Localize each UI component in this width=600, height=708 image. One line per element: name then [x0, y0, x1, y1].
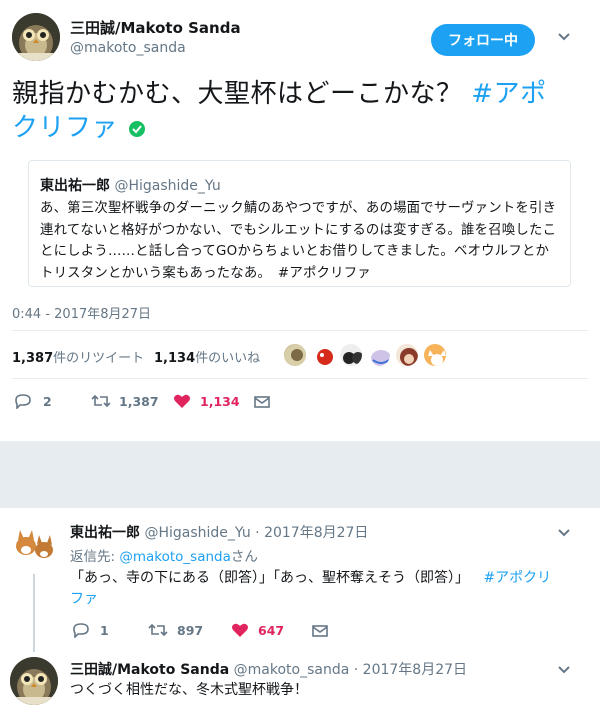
reply-handle[interactable]: @makoto_sanda [234, 662, 350, 678]
owl-avatar-icon [12, 13, 60, 61]
quoted-text-line: あ、第三次聖杯戦争のダーニック鯖のあやつですが、あの場面でサーヴァントを引き [40, 201, 557, 216]
display-name[interactable]: 三田誠/Makoto Sanda [70, 17, 241, 38]
reply-text-body: 「あっ、寺の下にある（即答）」「あっ、聖杯奪えそう（即答）」 [70, 570, 469, 586]
liker-avatar[interactable] [422, 342, 448, 368]
reply-to-suffix: さん [230, 549, 258, 565]
reply-display-name[interactable]: 三田誠/Makoto Sanda [70, 662, 229, 678]
liker-avatar[interactable] [282, 342, 308, 368]
reply-text: つくづく相性だな、冬木式聖杯戦争！ [70, 682, 308, 698]
like-stats[interactable]: 1,134件のいいね [154, 347, 260, 366]
message-action[interactable] [254, 394, 270, 413]
reply-icon [73, 623, 89, 638]
hashtag-link-continued[interactable]: ファ [70, 591, 98, 607]
quoted-text-line: とにしよう……と話し合ってGOからちょいとお借りしてきました。ベオウルフとか [40, 244, 550, 259]
quoted-text-line: トリスタンとかいう案もあったなあ。 #アポクリファ [40, 265, 371, 281]
like-action[interactable]: 1,134 [173, 393, 240, 409]
tweet-text: 親指かむかむ、大聖杯はどーこかな？ #アポ クリファ [12, 77, 592, 145]
owl-avatar-icon [10, 657, 58, 705]
reply-display-name[interactable]: 東出祐一郎 [70, 525, 140, 541]
heart-icon [174, 394, 190, 408]
retweet-stats[interactable]: 1,387件のリツイート [12, 347, 144, 366]
liker-avatar[interactable] [310, 342, 336, 368]
like-action[interactable]: 647 [231, 622, 284, 638]
reply-icon [15, 394, 31, 409]
message-action[interactable] [312, 623, 328, 642]
tweet-text-body: 親指かむかむ、大聖杯はどーこかな？ [12, 79, 463, 109]
chevron-down-icon[interactable] [557, 30, 571, 46]
reply-count: 2 [43, 393, 52, 409]
quoted-handle: @Higashide_Yu [114, 178, 221, 194]
reply-date[interactable]: · 2017年8月27日 [255, 525, 368, 541]
reply-action[interactable]: 2 [14, 393, 52, 409]
reply-to-line: 返信先: @makoto_sandaさん [70, 545, 258, 565]
like-action-count: 1,134 [200, 393, 240, 409]
quoted-text-line: 連れてないと格好がつかない、でもシルエットにするのは変すぎる。誰を召喚したこ [40, 222, 557, 238]
verified-check-icon [128, 120, 145, 137]
quoted-tweet[interactable]: 東出祐一郎 @Higashide_Yu あ、第三次聖杯戦争のダーニック鯖のあやつ… [28, 160, 571, 287]
chevron-down-icon[interactable] [557, 526, 571, 542]
liker-avatar[interactable] [338, 342, 364, 368]
reply-text: 「あっ、寺の下にある（即答）」「あっ、聖杯奪えそう（即答）」 #アポクリ ファ [70, 568, 590, 610]
quoted-display-name: 東出祐一郎 [40, 178, 110, 194]
quoted-text: あ、第三次聖杯戦争のダーニック鯖のあやつですが、あの場面でサーヴァントを引き 連… [40, 198, 565, 284]
tweet-timestamp[interactable]: 0:44 - 2017年8月27日 [12, 303, 151, 322]
like-action-count: 647 [258, 622, 285, 638]
envelope-icon [312, 625, 328, 637]
avatar[interactable] [10, 520, 58, 568]
hashtag-link[interactable]: #アポクリ [483, 570, 551, 586]
retweet-action[interactable]: 897 [148, 622, 203, 638]
retweet-icon [91, 394, 111, 408]
chevron-down-icon[interactable] [557, 663, 571, 679]
like-count: 1,134 [154, 351, 196, 366]
reply-date[interactable]: · 2017年8月27日 [354, 662, 467, 678]
reply-handle[interactable]: @Higashide_Yu [144, 525, 250, 541]
hashtag-link[interactable]: #アポ [471, 79, 546, 109]
reply-action[interactable]: 1 [72, 622, 109, 638]
liker-avatar[interactable] [394, 342, 420, 368]
envelope-icon [254, 396, 270, 408]
retweet-icon [148, 623, 168, 637]
reply-count: 1 [100, 622, 109, 638]
retweet-count-label: 件のリツイート [53, 351, 145, 366]
like-count-label: 件のいいね [195, 351, 261, 366]
user-handle[interactable]: @makoto_sanda [70, 40, 186, 56]
retweet-count: 1,387 [12, 351, 54, 366]
liker-avatar[interactable] [366, 342, 392, 368]
avatar[interactable] [10, 657, 58, 705]
retweet-action-count: 897 [177, 622, 204, 638]
hashtag-link-continued[interactable]: クリファ [12, 113, 118, 143]
follow-button[interactable]: フォロー中 [431, 24, 535, 56]
divider [12, 330, 588, 331]
retweet-action[interactable]: 1,387 [91, 393, 159, 409]
avatar[interactable] [12, 13, 60, 61]
retweet-action-count: 1,387 [119, 393, 159, 409]
divider [12, 378, 588, 379]
heart-icon [232, 623, 248, 637]
reply-to-link[interactable]: @makoto_sanda [119, 549, 231, 565]
corgi-avatar-icon [10, 520, 58, 568]
thread-line [33, 574, 35, 652]
reply-to-prefix: 返信先: [70, 549, 120, 565]
thread-separator [0, 441, 600, 508]
